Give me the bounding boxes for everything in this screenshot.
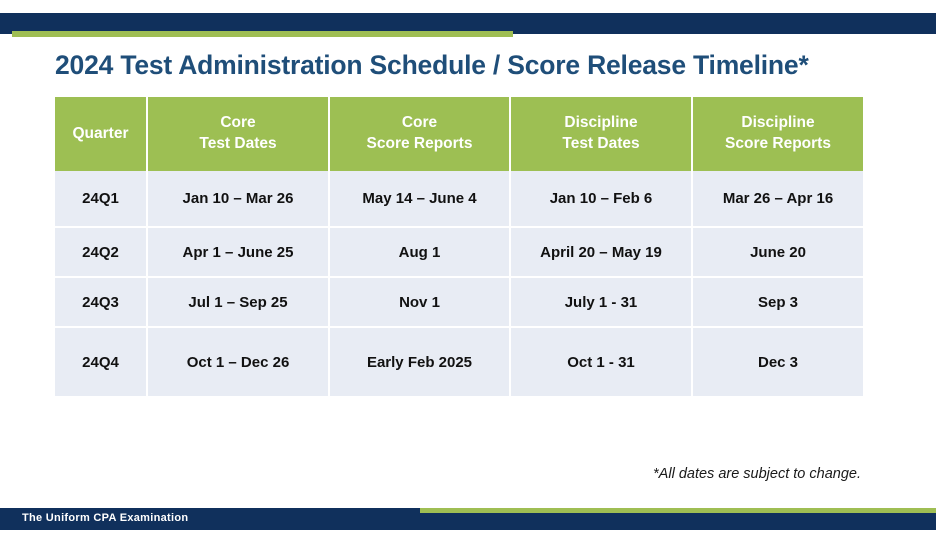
cell-quarter: 24Q3 <box>55 278 148 328</box>
column-header-core-test-dates-line1: Core <box>220 114 256 132</box>
test-schedule-table: Quarter Core Test Dates Core Score Repor… <box>55 97 863 396</box>
cell-discipline-score-reports: Dec 3 <box>693 328 863 396</box>
cell-discipline-score-reports: June 20 <box>693 228 863 278</box>
cell-core-test-dates: Oct 1 – Dec 26 <box>148 328 330 396</box>
table-header-row: Quarter Core Test Dates Core Score Repor… <box>55 97 863 171</box>
column-header-core-score-reports-line2: Score Reports <box>366 135 473 152</box>
table-row: 24Q4 Oct 1 – Dec 26 Early Feb 2025 Oct 1… <box>55 328 863 396</box>
cell-core-test-dates: Apr 1 – June 25 <box>148 228 330 278</box>
top-decorative-bar <box>0 13 936 37</box>
cell-discipline-score-reports: Mar 26 – Apr 16 <box>693 171 863 228</box>
table-row: 24Q3 Jul 1 – Sep 25 Nov 1 July 1 - 31 Se… <box>55 278 863 328</box>
table-header: Quarter Core Test Dates Core Score Repor… <box>55 97 863 171</box>
column-header-core-test-dates-line2: Test Dates <box>199 135 277 152</box>
footer-label: The Uniform CPA Examination <box>22 512 189 524</box>
page-title: 2024 Test Administration Schedule / Scor… <box>55 50 809 80</box>
table-row: 24Q1 Jan 10 – Mar 26 May 14 – June 4 Jan… <box>55 171 863 228</box>
column-header-core-score-reports: Core Score Reports <box>330 97 511 171</box>
cell-core-test-dates: Jan 10 – Mar 26 <box>148 171 330 228</box>
cell-core-score-reports: Early Feb 2025 <box>330 328 511 396</box>
column-header-discipline-score-reports-line2: Score Reports <box>725 135 831 152</box>
cell-core-score-reports: Aug 1 <box>330 228 511 278</box>
cell-quarter: 24Q4 <box>55 328 148 396</box>
column-header-discipline-score-reports-line1: Discipline <box>741 114 815 132</box>
cell-core-score-reports: Nov 1 <box>330 278 511 328</box>
column-header-discipline-test-dates: Discipline Test Dates <box>511 97 693 171</box>
cell-quarter: 24Q2 <box>55 228 148 278</box>
column-header-discipline-test-dates-line2: Test Dates <box>562 135 640 152</box>
table-row: 24Q2 Apr 1 – June 25 Aug 1 April 20 – Ma… <box>55 228 863 278</box>
cell-discipline-test-dates: April 20 – May 19 <box>511 228 693 278</box>
table-body: 24Q1 Jan 10 – Mar 26 May 14 – June 4 Jan… <box>55 171 863 396</box>
column-header-core-score-reports-line1: Core <box>401 114 438 132</box>
column-header-discipline-test-dates-line1: Discipline <box>564 114 638 132</box>
top-bar-green-accent <box>12 31 513 37</box>
column-header-quarter: Quarter <box>55 97 148 171</box>
cell-discipline-test-dates: July 1 - 31 <box>511 278 693 328</box>
footnote-text: *All dates are subject to change. <box>653 466 861 482</box>
cell-discipline-score-reports: Sep 3 <box>693 278 863 328</box>
cell-core-test-dates: Jul 1 – Sep 25 <box>148 278 330 328</box>
cell-quarter: 24Q1 <box>55 171 148 228</box>
column-header-core-test-dates: Core Test Dates <box>148 97 330 171</box>
bottom-bar-green-accent <box>420 508 936 513</box>
cell-discipline-test-dates: Oct 1 - 31 <box>511 328 693 396</box>
cell-core-score-reports: May 14 – June 4 <box>330 171 511 228</box>
column-header-quarter-line1: Quarter <box>72 124 129 142</box>
column-header-discipline-score-reports: Discipline Score Reports <box>693 97 863 171</box>
cell-discipline-test-dates: Jan 10 – Feb 6 <box>511 171 693 228</box>
bottom-decorative-bar: The Uniform CPA Examination <box>0 505 936 533</box>
